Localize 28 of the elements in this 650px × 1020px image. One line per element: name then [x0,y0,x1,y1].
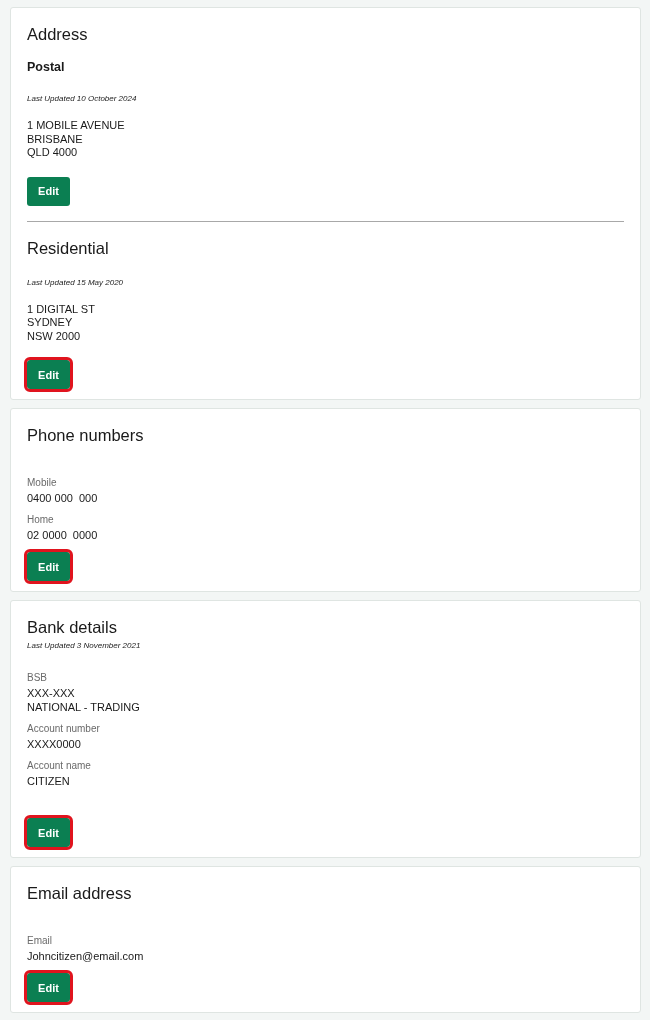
edit-button[interactable]: Edit [27,552,70,581]
field-label: Account number [27,722,100,735]
field-value: 0400 000 000 [27,491,98,505]
last-updated-text: Last Updated 10 October 2024 [27,94,137,103]
card-title: Address [27,24,88,45]
section-title: Residential [27,237,109,259]
field-label: Account name [27,759,91,772]
card-title: Email address [27,883,132,904]
edit-button[interactable]: Edit [27,360,70,389]
field-label: Mobile [27,476,58,489]
address-text: 1 DIGITAL ST SYDNEY NSW 2000 [27,302,95,343]
field-value: CITIZEN [27,774,71,788]
card-title: Phone numbers [27,425,144,446]
card-title: Bank details [27,617,117,638]
last-updated-text: Last Updated 15 May 2020 [27,277,124,287]
address-text: 1 MOBILE AVENUE BRISBANE QLD 4000 [27,119,125,160]
last-updated-text: Last Updated 3 November 2021 [27,641,141,650]
field-label: BSB [27,671,48,684]
edit-button[interactable]: Edit [27,973,70,1002]
field-label: Home [27,513,55,526]
field-value: XXX-XXX NATIONAL - TRADING [27,686,140,714]
field-label: Email [27,934,53,947]
edit-button[interactable]: Edit [27,176,70,206]
field-value: 02 0000 0000 [27,528,98,542]
section-subtitle: Postal [27,59,65,75]
field-value: Johncitizen@email.com [27,949,144,963]
edit-button[interactable]: Edit [27,818,70,847]
field-value: XXXX0000 [27,737,82,751]
